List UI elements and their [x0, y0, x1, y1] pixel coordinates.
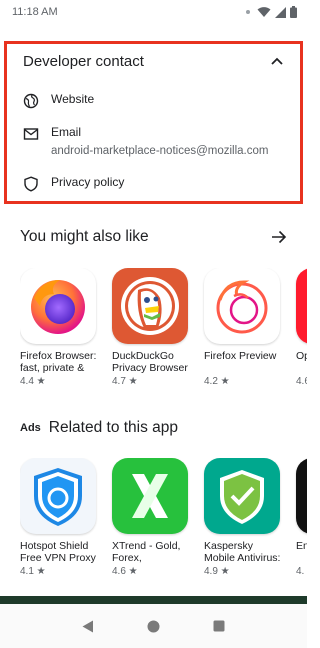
home-icon[interactable]: [143, 616, 163, 636]
app-name: En Ph: [296, 540, 307, 552]
chevron-up-icon[interactable]: [268, 52, 286, 70]
app-card-partial[interactable]: Op… 4.6: [296, 268, 307, 387]
email-address[interactable]: android-marketplace-notices@mozilla.com: [51, 145, 268, 157]
back-icon[interactable]: [78, 616, 98, 636]
app-rating: 4.1 ★: [20, 566, 46, 577]
app-rating: 4.7 ★: [112, 376, 138, 387]
app-card-xtrend[interactable]: XTrend - Gold, Forex, Investme… 4.6 ★: [112, 458, 194, 577]
navigation-bar: [0, 604, 307, 648]
app-name: Firefox Preview: [204, 350, 277, 362]
you-might-like-header[interactable]: You might also like: [20, 228, 287, 246]
website-label: Website: [51, 92, 95, 106]
signal-dots-icon: [246, 10, 250, 14]
app-name: DuckDuckGo Privacy Browser: [112, 350, 188, 374]
firefox-preview-icon: [204, 268, 280, 344]
you-might-like-apps: Firefox Browser: fast, private & s… 4.4 …: [20, 268, 307, 398]
firefox-icon: [20, 268, 96, 344]
website-row[interactable]: Website: [23, 92, 94, 109]
app-card-kaspersky[interactable]: Kaspersky Mobile Antivirus: AppLo… 4.9 ★: [204, 458, 286, 577]
related-apps: Hotspot Shield Free VPN Proxy … 4.1 ★ XT…: [20, 458, 307, 588]
battery-icon: [290, 6, 297, 18]
app-rating: 4.6 ★: [112, 566, 138, 577]
privacy-policy-label: Privacy policy: [51, 175, 125, 189]
status-bar: 11:18 AM: [0, 0, 307, 24]
partial-app-icon: [296, 268, 307, 344]
duckduckgo-icon: [112, 268, 188, 344]
app-rating: 4.6: [296, 376, 307, 387]
recents-icon[interactable]: [209, 616, 229, 636]
app-rating: 4.2 ★: [204, 376, 230, 387]
app-rating: 4.9 ★: [204, 566, 230, 577]
ads-badge: Ads: [20, 422, 41, 434]
app-name: Op…: [296, 350, 307, 362]
email-label: Email: [51, 125, 82, 139]
you-might-like-title: You might also like: [20, 228, 149, 245]
shield-icon: [24, 176, 38, 192]
email-row[interactable]: Email android-marketplace-notices@mozill…: [23, 125, 268, 157]
developer-contact-section: Developer contact Website Email android-…: [4, 41, 303, 204]
app-card-firefox[interactable]: Firefox Browser: fast, private & s… 4.4 …: [20, 268, 102, 387]
related-title: Related to this app: [48, 419, 179, 436]
app-name: Kaspersky Mobile Antivirus: AppLo…: [204, 540, 281, 564]
email-icon: [23, 128, 39, 140]
app-card-duckduckgo[interactable]: DuckDuckGo Privacy Browser 4.7 ★: [112, 268, 194, 387]
app-name: Firefox Browser: fast, private & s…: [20, 350, 97, 374]
next-section-peek: [0, 596, 307, 604]
related-header: Ads Related to this app: [20, 419, 287, 437]
status-icons: [243, 6, 297, 18]
privacy-policy-row[interactable]: Privacy policy: [23, 175, 124, 192]
arrow-right-icon[interactable]: [271, 230, 287, 244]
app-rating: 4.: [296, 566, 305, 577]
hotspot-shield-icon: [20, 458, 96, 534]
signal-icon: [275, 6, 286, 18]
xtrend-icon: [112, 458, 188, 534]
wifi-icon: [257, 7, 271, 17]
app-card-firefox-preview[interactable]: Firefox Preview 4.2 ★: [204, 268, 286, 387]
app-name: Hotspot Shield Free VPN Proxy …: [20, 540, 96, 564]
app-rating: 4.4 ★: [20, 376, 46, 387]
globe-icon: [23, 93, 39, 109]
developer-contact-header[interactable]: Developer contact: [23, 52, 286, 70]
partial-app-icon: [296, 458, 307, 534]
app-card-hotspot-shield[interactable]: Hotspot Shield Free VPN Proxy … 4.1 ★: [20, 458, 102, 577]
status-time: 11:18 AM: [12, 6, 58, 18]
developer-contact-title: Developer contact: [23, 52, 144, 70]
app-name: XTrend - Gold, Forex, Investme…: [112, 540, 181, 564]
kaspersky-icon: [204, 458, 280, 534]
app-card-partial-2[interactable]: En Ph 4.: [296, 458, 307, 577]
